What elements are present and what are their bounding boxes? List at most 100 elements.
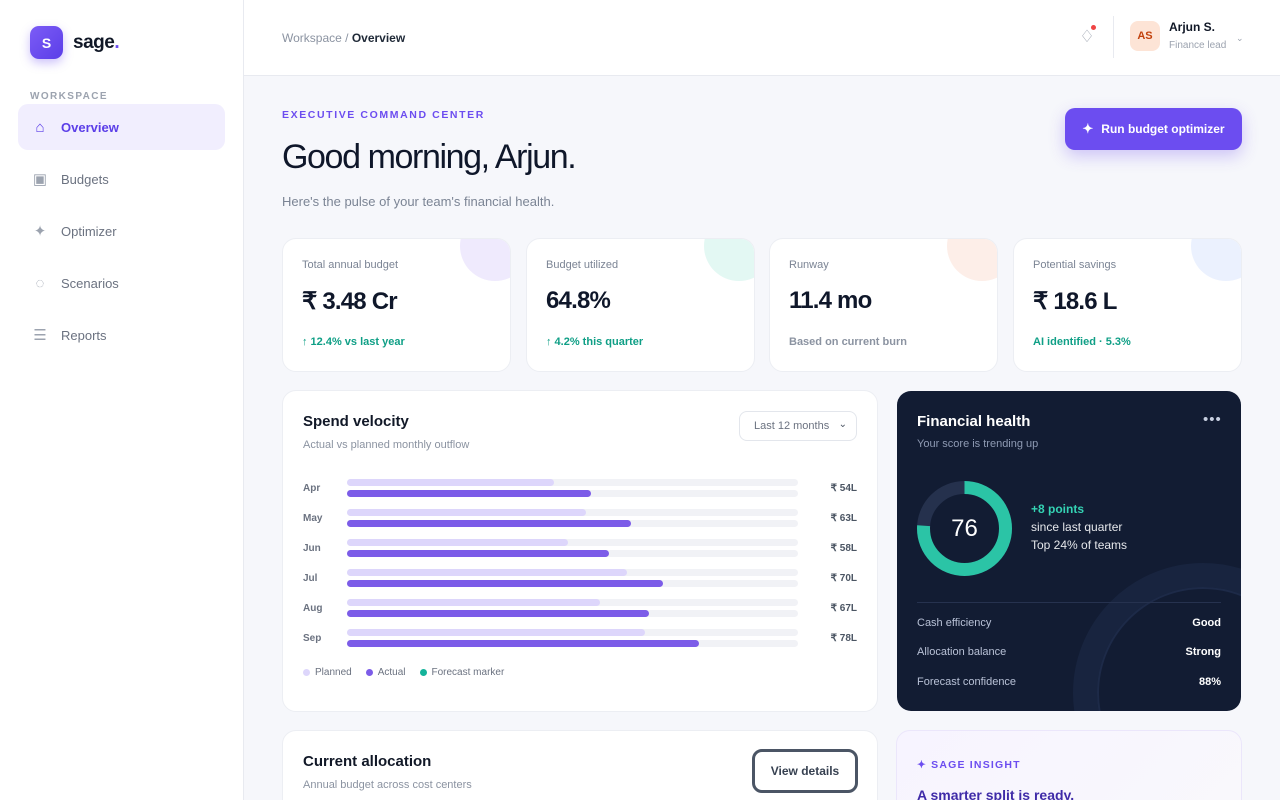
bar-track	[347, 539, 798, 546]
legend-label: Planned	[315, 667, 352, 678]
bar-row: Jun ₹ 58L	[303, 539, 857, 569]
avatar: AS	[1130, 20, 1160, 51]
sidebar-item-reports[interactable]: ☰ Reports	[18, 312, 225, 358]
actual-bar	[347, 610, 650, 617]
sidebar-item-budgets[interactable]: ▣ Budgets	[18, 156, 225, 202]
notification-button[interactable]: ♢	[1076, 25, 1098, 49]
kpi-card-budget-utilized[interactable]: Budget utilized 64.8% ↑ 4.2% this quarte…	[526, 238, 755, 372]
bar-track	[347, 599, 798, 606]
breadcrumb-current: Overview	[351, 31, 406, 45]
planned-bar	[347, 509, 587, 516]
sidebar: S sage. WORKSPACE ⌂ Overview ▣ Budgets ✦…	[0, 0, 244, 800]
kpi-value: ₹ 18.6 L	[1033, 288, 1117, 315]
bar-track	[347, 610, 798, 617]
user-meta: Arjun S. Finance lead	[1169, 20, 1226, 51]
spend-velocity-chart: Apr ₹ 54L May ₹ 63L Jun ₹ 58L Jul ₹ 70L Aug ₹ 67L…	[303, 479, 857, 659]
bar-row: Sep ₹ 78L	[303, 629, 857, 659]
page-eyebrow: EXECUTIVE COMMAND CENTER	[282, 109, 485, 121]
logo-mark: S	[30, 26, 63, 59]
view-details-button[interactable]: View details	[752, 749, 858, 793]
sidebar-item-scenarios[interactable]: ◌ Scenarios	[18, 260, 225, 306]
kpi-value: ₹ 3.48 Cr	[302, 288, 398, 315]
bar-track	[347, 550, 798, 557]
sidebar-item-label: Budgets	[61, 171, 109, 187]
bar-track	[347, 640, 798, 647]
top-bar: Workspace / Overview ♢ AS Arjun S. Finan…	[244, 0, 1280, 76]
kpi-card-total-budget[interactable]: Total annual budget ₹ 3.48 Cr ↑ 12.4% vs…	[282, 238, 511, 372]
notification-dot	[1091, 25, 1096, 30]
reports-icon: ☰	[33, 327, 47, 344]
bar-value-label: ₹ 78L	[830, 633, 857, 644]
kpi-label: Potential savings	[1033, 259, 1117, 271]
sparkle-icon: ✦	[33, 223, 47, 240]
user-name: Arjun S.	[1169, 20, 1216, 34]
sidebar-item-label: Scenarios	[61, 275, 119, 291]
card-decoration	[1191, 239, 1241, 281]
planned-bar	[347, 569, 627, 576]
sidebar-item-optimizer[interactable]: ✦ Optimizer	[18, 208, 225, 254]
legend-item-forecast: Forecast marker	[419, 667, 505, 678]
kpi-value: 11.4 mo	[789, 287, 872, 314]
metric-value: Good	[1192, 617, 1221, 629]
card-subtitle: Actual vs planned monthly outflow	[303, 439, 470, 451]
chart-legend: Planned Actual Forecast marker	[303, 667, 518, 678]
chevron-down-icon[interactable]: ⌄	[1236, 33, 1244, 44]
user-role: Finance lead	[1169, 40, 1227, 51]
metric-value: Strong	[1185, 646, 1221, 658]
metric-label: Cash efficiency	[917, 617, 992, 629]
spend-velocity-card: Spend velocity Actual vs planned monthly…	[282, 390, 878, 712]
legend-item-planned: Planned	[303, 667, 352, 678]
insight-title: A smarter split is ready.	[917, 787, 1075, 800]
logo[interactable]: S sage.	[30, 26, 120, 59]
bar-category-label: Jul	[303, 573, 318, 584]
metric-label: Forecast confidence	[917, 676, 1017, 688]
bar-row: May ₹ 63L	[303, 509, 857, 539]
score-change-period: since last quarter	[1031, 520, 1123, 534]
planned-bar	[347, 539, 568, 546]
more-options-icon[interactable]: •••	[1203, 411, 1222, 428]
run-budget-optimizer-button[interactable]: ✦ Run budget optimizer	[1065, 108, 1242, 150]
breadcrumb-parent[interactable]: Workspace /	[282, 31, 352, 45]
legend-label: Forecast marker	[431, 667, 505, 678]
planned-bar	[347, 599, 600, 606]
card-decoration	[704, 239, 754, 281]
card-subtitle: Annual budget across cost centers	[303, 779, 472, 791]
bar-value-label: ₹ 58L	[830, 543, 857, 554]
sage-insight-card: ✦ SAGE INSIGHT A smarter split is ready.	[896, 730, 1242, 800]
kpi-card-potential-savings[interactable]: Potential savings ₹ 18.6 L AI identified…	[1013, 238, 1242, 372]
bar-category-label: May	[303, 513, 323, 524]
bar-row: Apr ₹ 54L	[303, 479, 857, 509]
sparkle-icon: ✦	[1082, 121, 1094, 136]
workspace-section-label: WORKSPACE	[30, 91, 108, 102]
actual-bar	[347, 640, 699, 647]
user-menu[interactable]: AS Arjun S. Finance lead	[1130, 20, 1226, 51]
bar-row: Aug ₹ 67L	[303, 599, 857, 629]
score-change: +8 points	[1031, 502, 1085, 516]
page-subtitle: Here's the pulse of your team's financia…	[282, 194, 555, 209]
planned-bar	[347, 629, 645, 636]
divider	[917, 602, 1221, 603]
insight-eyebrow: ✦ SAGE INSIGHT	[917, 759, 1021, 771]
logo-text: sage.	[73, 31, 120, 53]
kpi-trend: Based on current burn	[789, 336, 907, 348]
health-metric-row: Allocation balance Strong	[917, 646, 1221, 658]
sidebar-item-overview[interactable]: ⌂ Overview	[18, 104, 225, 150]
health-metric-row: Cash efficiency Good	[917, 617, 1221, 629]
kpi-label: Runway	[789, 259, 829, 271]
kpi-card-runway[interactable]: Runway 11.4 mo Based on current burn	[769, 238, 998, 372]
scenario-icon: ◌	[35, 274, 45, 292]
legend-item-actual: Actual	[365, 667, 406, 678]
sidebar-item-label: Reports	[61, 327, 107, 343]
bar-category-label: Apr	[303, 483, 321, 494]
home-icon: ⌂	[35, 118, 45, 136]
chevron-down-icon: ⌄	[838, 419, 847, 430]
bar-category-label: Jun	[303, 543, 321, 554]
card-decoration	[460, 239, 510, 281]
bar-value-label: ₹ 70L	[830, 573, 857, 584]
kpi-value: 64.8%	[546, 287, 611, 314]
legend-dot	[365, 669, 373, 676]
card-title: Financial health	[917, 413, 1031, 430]
period-select[interactable]: Last 12 months ⌄	[739, 411, 857, 441]
sidebar-item-label: Overview	[61, 119, 119, 135]
bar-track	[347, 580, 798, 587]
